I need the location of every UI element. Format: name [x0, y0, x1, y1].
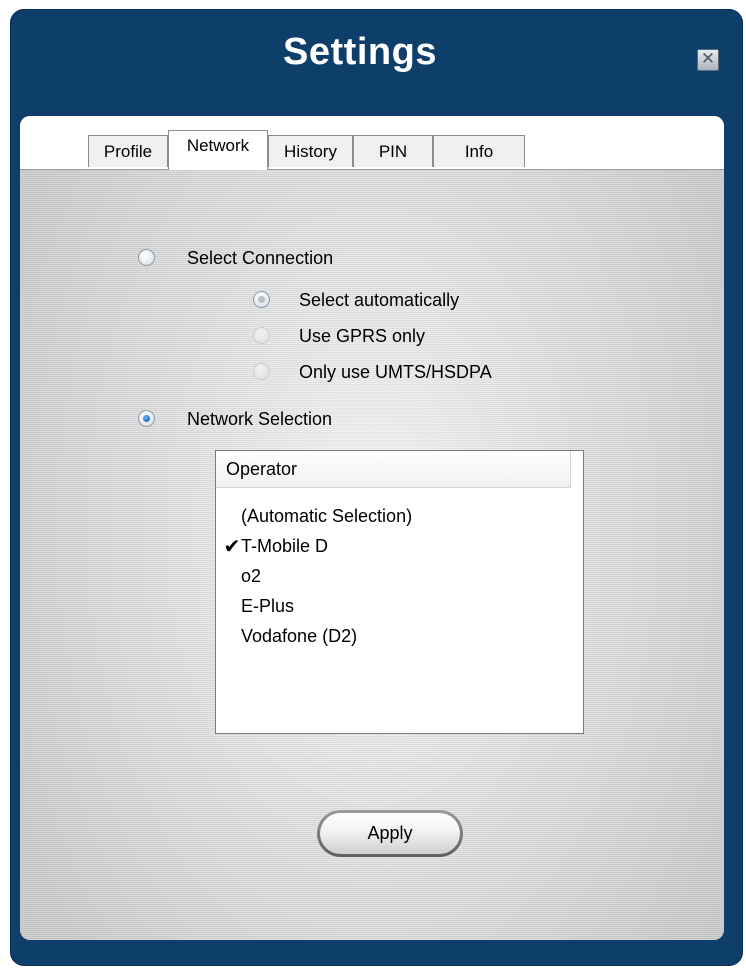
window-title: Settings: [283, 31, 437, 73]
use-gprs-only-label: Use GPRS only: [299, 326, 426, 346]
settings-panel: Profile Network History PIN Info Select …: [20, 116, 724, 940]
operator-name: (Automatic Selection): [241, 506, 413, 526]
settings-window: Settings ✕ Profile Network History PIN I…: [10, 9, 743, 966]
operator-name: o2: [241, 566, 262, 586]
select-automatically-radio[interactable]: [253, 291, 270, 308]
apply-button-label: Apply: [320, 813, 460, 854]
tab-pin[interactable]: PIN: [353, 135, 433, 167]
operator-list: Operator (Automatic Selection) ✔ T-Mobil…: [215, 450, 584, 734]
only-umts-hsdpa-label: Only use UMTS/HSDPA: [299, 362, 492, 382]
tab-info[interactable]: Info: [433, 135, 525, 167]
select-automatically-label: Select automatically: [299, 290, 460, 310]
use-gprs-only-radio[interactable]: [253, 327, 270, 344]
operator-item-t-mobile-d[interactable]: ✔ T-Mobile D: [216, 532, 576, 560]
operator-item-automatic[interactable]: (Automatic Selection): [216, 502, 576, 530]
network-selection-label: Network Selection: [187, 409, 333, 429]
tab-bar: Profile Network History PIN Info: [20, 116, 724, 170]
select-connection-radio[interactable]: [138, 249, 155, 266]
apply-button[interactable]: Apply: [317, 810, 463, 857]
network-selection-radio[interactable]: [138, 410, 155, 427]
close-icon: ✕: [700, 49, 716, 69]
operator-name: E-Plus: [241, 596, 295, 616]
tab-network[interactable]: Network: [168, 130, 268, 170]
operator-item-o2[interactable]: o2: [216, 562, 576, 590]
only-umts-hsdpa-radio[interactable]: [253, 363, 270, 380]
close-button[interactable]: ✕: [697, 49, 719, 71]
select-connection-label: Select Connection: [187, 248, 334, 268]
tab-profile[interactable]: Profile: [88, 135, 168, 167]
operator-name: Vodafone (D2): [241, 626, 358, 646]
operator-column-header[interactable]: Operator: [216, 451, 571, 488]
operator-item-e-plus[interactable]: E-Plus: [216, 592, 576, 620]
operator-item-vodafone[interactable]: Vodafone (D2): [216, 622, 576, 650]
tab-history[interactable]: History: [268, 135, 353, 167]
operator-name: T-Mobile D: [241, 536, 329, 556]
